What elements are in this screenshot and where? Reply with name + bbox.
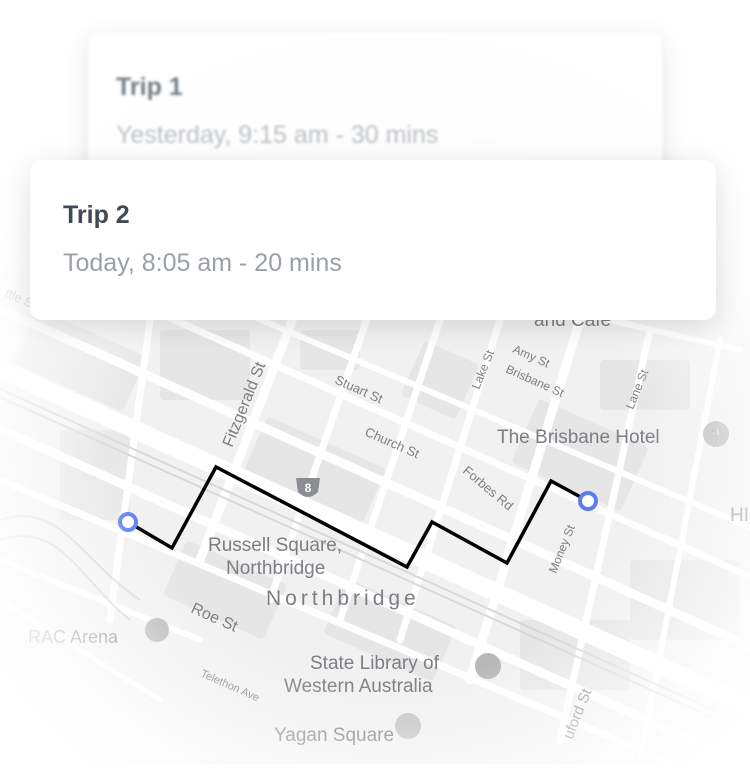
camera-icon	[395, 713, 421, 739]
place-label: HI	[730, 505, 749, 526]
place-label: The Brisbane Hotel	[497, 427, 660, 448]
place-label: Russell Square,	[208, 535, 342, 556]
trip-card-2[interactable]: Trip 2 Today, 8:05 am - 20 mins	[30, 160, 716, 320]
trip-title: Trip 1	[116, 73, 183, 101]
trip-subtitle: Today, 8:05 am - 20 mins	[63, 249, 342, 277]
trip-subtitle: Yesterday, 9:15 am - 30 mins	[116, 121, 439, 149]
place-label: Northbridge	[226, 558, 325, 579]
library-icon	[475, 653, 501, 679]
place-label: State Library of	[310, 653, 440, 674]
route-number: 8	[305, 481, 312, 495]
neighborhood-label: Northbridge	[266, 587, 420, 610]
restaurant-icon-glyph: 🍴	[708, 427, 724, 443]
end-marker[interactable]	[578, 491, 598, 511]
place-label: Western Australia	[284, 676, 433, 697]
landmark-icon	[145, 618, 169, 642]
start-marker[interactable]	[118, 512, 138, 532]
place-label: Yagan Square	[274, 725, 394, 746]
place-label: RAC Arena	[28, 627, 119, 647]
trip-title: Trip 2	[63, 201, 130, 229]
